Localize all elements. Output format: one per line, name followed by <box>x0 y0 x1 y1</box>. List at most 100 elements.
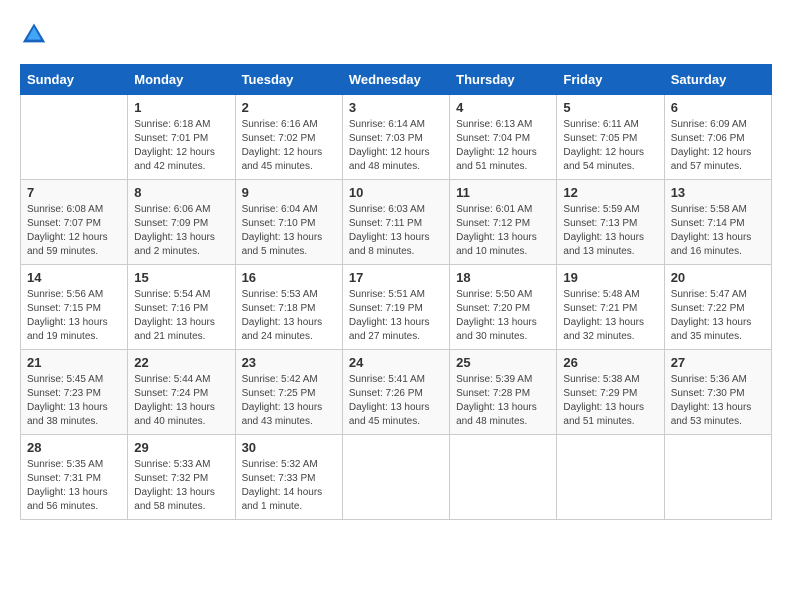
calendar-cell: 3 Sunrise: 6:14 AM Sunset: 7:03 PM Daylig… <box>342 95 449 180</box>
calendar-cell <box>21 95 128 180</box>
calendar-week-row: 21 Sunrise: 5:45 AM Sunset: 7:23 PM Dayli… <box>21 350 772 435</box>
calendar-cell: 1 Sunrise: 6:18 AM Sunset: 7:01 PM Daylig… <box>128 95 235 180</box>
calendar-cell: 5 Sunrise: 6:11 AM Sunset: 7:05 PM Daylig… <box>557 95 664 180</box>
calendar-cell: 7 Sunrise: 6:08 AM Sunset: 7:07 PM Daylig… <box>21 180 128 265</box>
day-info: Sunrise: 6:18 AM Sunset: 7:01 PM Dayligh… <box>134 118 228 174</box>
weekday-header: Friday <box>557 65 664 95</box>
day-number: 1 <box>134 100 228 115</box>
calendar-cell: 25 Sunrise: 5:39 AM Sunset: 7:28 PM Dayli… <box>450 350 557 435</box>
day-info: Sunrise: 5:32 AM Sunset: 7:33 PM Dayligh… <box>242 458 336 514</box>
calendar-cell: 29Sunrise: 5:33 AM Sunset: 7:32 PM Dayli… <box>128 435 235 520</box>
day-info: Sunrise: 5:51 AM Sunset: 7:19 PM Dayligh… <box>349 288 443 344</box>
calendar-cell: 30 Sunrise: 5:32 AM Sunset: 7:33 PM Dayli… <box>235 435 342 520</box>
day-number: 15 <box>134 270 228 285</box>
day-info: Sunrise: 6:08 AM Sunset: 7:07 PM Dayligh… <box>27 203 121 259</box>
calendar-cell: 16 Sunrise: 5:53 AM Sunset: 7:18 PM Dayli… <box>235 265 342 350</box>
day-number: 22 <box>134 355 228 370</box>
day-number: 2 <box>242 100 336 115</box>
logo-icon <box>20 20 48 48</box>
day-number: 5 <box>563 100 657 115</box>
calendar-cell <box>557 435 664 520</box>
day-number: 9 <box>242 185 336 200</box>
day-info: Sunrise: 5:44 AM Sunset: 7:24 PM Dayligh… <box>134 373 228 429</box>
day-info: Sunrise: 5:53 AM Sunset: 7:18 PM Dayligh… <box>242 288 336 344</box>
calendar-week-row: 7 Sunrise: 6:08 AM Sunset: 7:07 PM Daylig… <box>21 180 772 265</box>
day-number: 12 <box>563 185 657 200</box>
day-info: Sunrise: 5:48 AM Sunset: 7:21 PM Dayligh… <box>563 288 657 344</box>
day-number: 28 <box>27 440 121 455</box>
calendar-cell: 10Sunrise: 6:03 AM Sunset: 7:11 PM Dayli… <box>342 180 449 265</box>
calendar-cell: 2 Sunrise: 6:16 AM Sunset: 7:02 PM Daylig… <box>235 95 342 180</box>
calendar-cell: 21 Sunrise: 5:45 AM Sunset: 7:23 PM Dayli… <box>21 350 128 435</box>
calendar-cell: 8 Sunrise: 6:06 AM Sunset: 7:09 PM Daylig… <box>128 180 235 265</box>
day-info: Sunrise: 5:58 AM Sunset: 7:14 PM Dayligh… <box>671 203 765 259</box>
calendar-cell: 4 Sunrise: 6:13 AM Sunset: 7:04 PM Daylig… <box>450 95 557 180</box>
calendar-table: SundayMondayTuesdayWednesdayThursdayFrid… <box>20 64 772 520</box>
day-info: Sunrise: 5:42 AM Sunset: 7:25 PM Dayligh… <box>242 373 336 429</box>
calendar-week-row: 1 Sunrise: 6:18 AM Sunset: 7:01 PM Daylig… <box>21 95 772 180</box>
calendar-cell: 23 Sunrise: 5:42 AM Sunset: 7:25 PM Dayli… <box>235 350 342 435</box>
weekday-header: Wednesday <box>342 65 449 95</box>
day-info: Sunrise: 6:04 AM Sunset: 7:10 PM Dayligh… <box>242 203 336 259</box>
day-info: Sunrise: 6:06 AM Sunset: 7:09 PM Dayligh… <box>134 203 228 259</box>
day-info: Sunrise: 5:41 AM Sunset: 7:26 PM Dayligh… <box>349 373 443 429</box>
day-info: Sunrise: 6:13 AM Sunset: 7:04 PM Dayligh… <box>456 118 550 174</box>
day-info: Sunrise: 5:38 AM Sunset: 7:29 PM Dayligh… <box>563 373 657 429</box>
day-number: 18 <box>456 270 550 285</box>
calendar-cell: 20Sunrise: 5:47 AM Sunset: 7:22 PM Dayli… <box>664 265 771 350</box>
page-header <box>20 20 772 48</box>
weekday-header: Sunday <box>21 65 128 95</box>
day-info: Sunrise: 5:56 AM Sunset: 7:15 PM Dayligh… <box>27 288 121 344</box>
day-number: 8 <box>134 185 228 200</box>
day-number: 7 <box>27 185 121 200</box>
calendar-cell: 11 Sunrise: 6:01 AM Sunset: 7:12 PM Dayli… <box>450 180 557 265</box>
day-number: 23 <box>242 355 336 370</box>
day-info: Sunrise: 5:45 AM Sunset: 7:23 PM Dayligh… <box>27 373 121 429</box>
calendar-cell: 18Sunrise: 5:50 AM Sunset: 7:20 PM Dayli… <box>450 265 557 350</box>
day-info: Sunrise: 5:35 AM Sunset: 7:31 PM Dayligh… <box>27 458 121 514</box>
day-number: 19 <box>563 270 657 285</box>
weekday-header-row: SundayMondayTuesdayWednesdayThursdayFrid… <box>21 65 772 95</box>
calendar-cell <box>450 435 557 520</box>
calendar-cell: 17 Sunrise: 5:51 AM Sunset: 7:19 PM Dayli… <box>342 265 449 350</box>
logo <box>20 20 54 48</box>
day-info: Sunrise: 5:54 AM Sunset: 7:16 PM Dayligh… <box>134 288 228 344</box>
calendar-cell: 22 Sunrise: 5:44 AM Sunset: 7:24 PM Dayli… <box>128 350 235 435</box>
day-info: Sunrise: 6:01 AM Sunset: 7:12 PM Dayligh… <box>456 203 550 259</box>
day-number: 17 <box>349 270 443 285</box>
day-number: 26 <box>563 355 657 370</box>
day-info: Sunrise: 5:33 AM Sunset: 7:32 PM Dayligh… <box>134 458 228 514</box>
day-info: Sunrise: 6:16 AM Sunset: 7:02 PM Dayligh… <box>242 118 336 174</box>
calendar-cell: 26 Sunrise: 5:38 AM Sunset: 7:29 PM Dayli… <box>557 350 664 435</box>
calendar-cell: 9 Sunrise: 6:04 AM Sunset: 7:10 PM Daylig… <box>235 180 342 265</box>
calendar-cell <box>664 435 771 520</box>
calendar-cell: 6Sunrise: 6:09 AM Sunset: 7:06 PM Daylig… <box>664 95 771 180</box>
day-number: 13 <box>671 185 765 200</box>
calendar-cell: 27Sunrise: 5:36 AM Sunset: 7:30 PM Dayli… <box>664 350 771 435</box>
day-info: Sunrise: 5:39 AM Sunset: 7:28 PM Dayligh… <box>456 373 550 429</box>
day-number: 24 <box>349 355 443 370</box>
day-number: 11 <box>456 185 550 200</box>
weekday-header: Monday <box>128 65 235 95</box>
day-number: 3 <box>349 100 443 115</box>
calendar-cell: 19 Sunrise: 5:48 AM Sunset: 7:21 PM Dayli… <box>557 265 664 350</box>
calendar-cell <box>342 435 449 520</box>
day-number: 4 <box>456 100 550 115</box>
day-info: Sunrise: 6:03 AM Sunset: 7:11 PM Dayligh… <box>349 203 443 259</box>
calendar-week-row: 14Sunrise: 5:56 AM Sunset: 7:15 PM Dayli… <box>21 265 772 350</box>
day-info: Sunrise: 6:11 AM Sunset: 7:05 PM Dayligh… <box>563 118 657 174</box>
day-number: 21 <box>27 355 121 370</box>
weekday-header: Tuesday <box>235 65 342 95</box>
day-number: 16 <box>242 270 336 285</box>
day-number: 30 <box>242 440 336 455</box>
weekday-header: Saturday <box>664 65 771 95</box>
day-info: Sunrise: 6:14 AM Sunset: 7:03 PM Dayligh… <box>349 118 443 174</box>
day-info: Sunrise: 5:59 AM Sunset: 7:13 PM Dayligh… <box>563 203 657 259</box>
calendar-cell: 15 Sunrise: 5:54 AM Sunset: 7:16 PM Dayli… <box>128 265 235 350</box>
calendar-cell: 12 Sunrise: 5:59 AM Sunset: 7:13 PM Dayli… <box>557 180 664 265</box>
day-info: Sunrise: 5:47 AM Sunset: 7:22 PM Dayligh… <box>671 288 765 344</box>
day-number: 27 <box>671 355 765 370</box>
calendar-cell: 14Sunrise: 5:56 AM Sunset: 7:15 PM Dayli… <box>21 265 128 350</box>
day-number: 25 <box>456 355 550 370</box>
calendar-cell: 24 Sunrise: 5:41 AM Sunset: 7:26 PM Dayli… <box>342 350 449 435</box>
